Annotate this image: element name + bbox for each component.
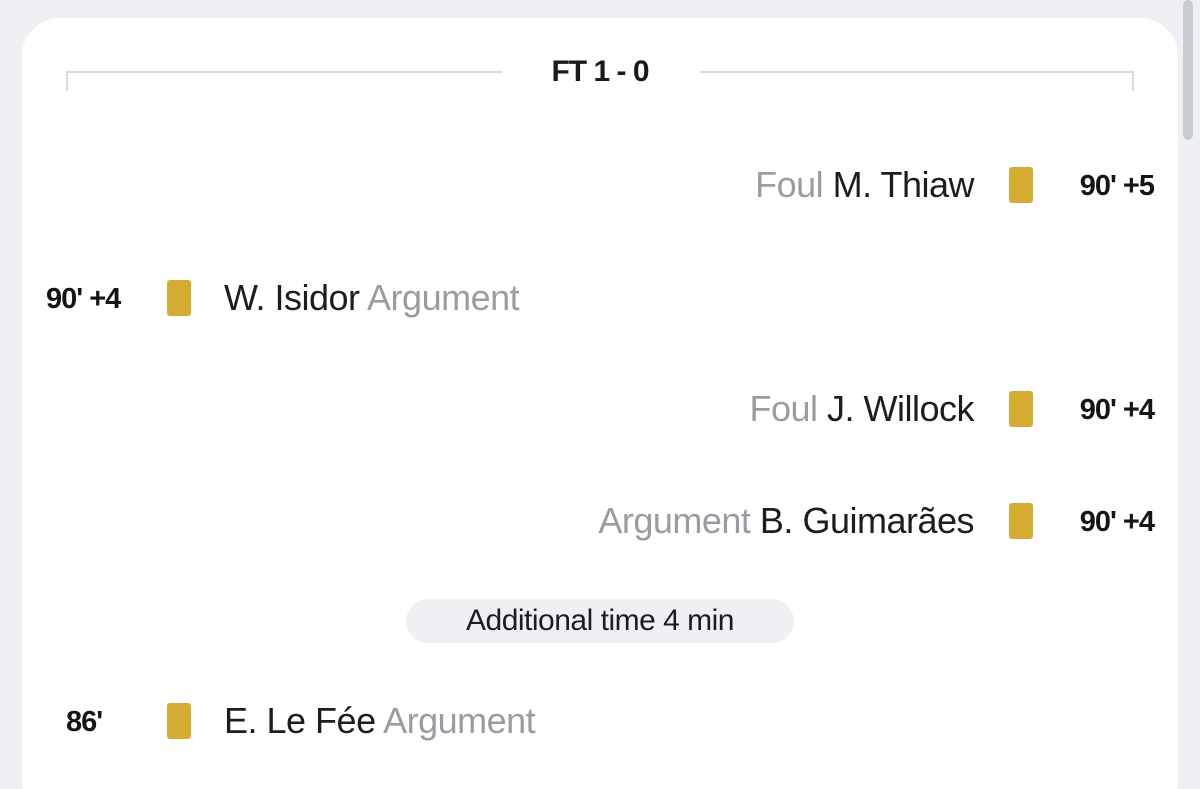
header-divider-right bbox=[700, 71, 1134, 91]
event-description: E. Le Fée Argument bbox=[224, 700, 536, 742]
event-reason: Argument bbox=[367, 277, 520, 318]
event-minute: 90' +4 bbox=[1079, 394, 1155, 426]
event-reason: Argument bbox=[383, 700, 536, 741]
event-description: W. Isidor Argument bbox=[224, 277, 520, 319]
additional-time-badge: Additional time 4 min bbox=[406, 599, 794, 643]
event-player: M. Thiaw bbox=[832, 164, 975, 205]
event-reason: Foul bbox=[755, 164, 824, 205]
yellow-card-icon bbox=[1009, 503, 1033, 539]
yellow-card-icon bbox=[167, 280, 191, 316]
event-player: J. Willock bbox=[827, 388, 975, 429]
event-minute: 86' bbox=[66, 706, 103, 738]
event-reason: Argument bbox=[598, 500, 751, 541]
match-events-card bbox=[22, 18, 1178, 789]
header-divider-left bbox=[66, 71, 502, 91]
event-minute: 90' +4 bbox=[1079, 506, 1155, 538]
yellow-card-icon bbox=[1009, 391, 1033, 427]
event-player: E. Le Fée bbox=[224, 700, 376, 741]
event-minute: 90' +5 bbox=[1079, 170, 1155, 202]
event-player: B. Guimarães bbox=[759, 500, 975, 541]
page: FT 1 - 0 Foul M. Thiaw 90' +5 90' +4 W. … bbox=[0, 0, 1200, 789]
yellow-card-icon bbox=[1009, 167, 1033, 203]
event-description: Foul J. Willock bbox=[749, 388, 974, 430]
scrollbar[interactable] bbox=[1183, 0, 1193, 140]
event-description: Argument B. Guimarães bbox=[598, 500, 974, 542]
event-description: Foul M. Thiaw bbox=[755, 164, 974, 206]
event-reason: Foul bbox=[749, 388, 818, 429]
final-score: FT 1 - 0 bbox=[551, 55, 649, 88]
event-player: W. Isidor bbox=[224, 277, 360, 318]
yellow-card-icon bbox=[167, 703, 191, 739]
event-minute: 90' +4 bbox=[46, 283, 121, 315]
